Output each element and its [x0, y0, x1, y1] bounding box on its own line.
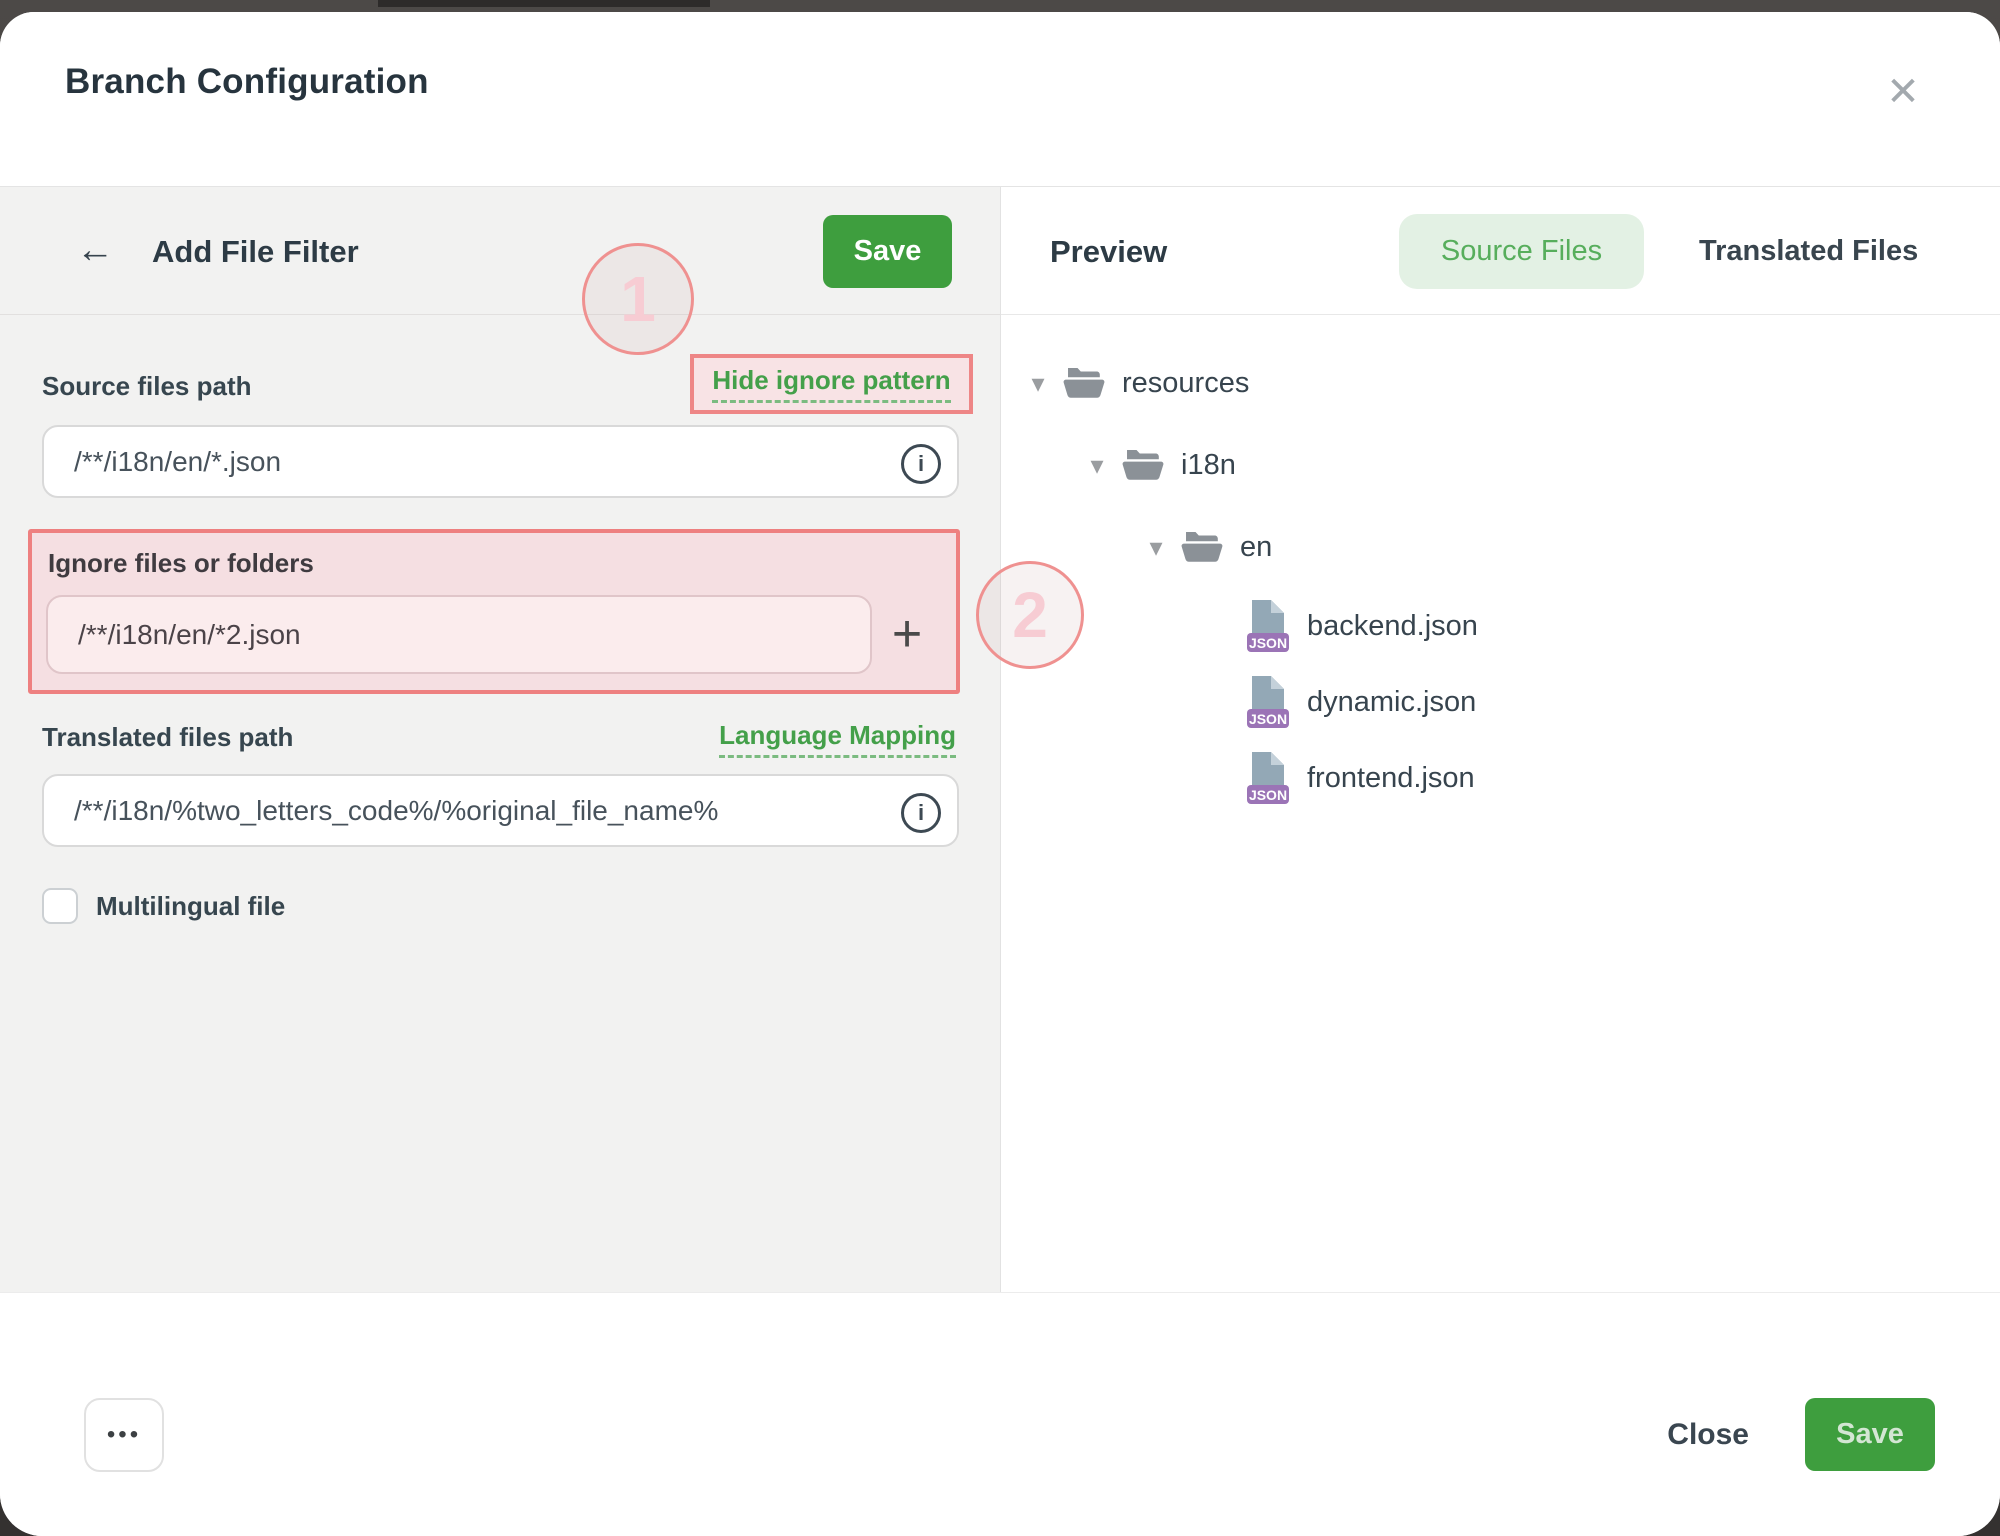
preview-heading: Preview	[1050, 234, 1167, 270]
backdrop-artifact	[378, 0, 710, 7]
branch-configuration-dialog: Branch Configuration ✕ ← Add File Filter…	[0, 12, 2000, 1536]
json-file-icon: JSON	[1246, 674, 1290, 730]
ignore-label: Ignore files or folders	[48, 548, 314, 579]
dialog-body: ← Add File Filter Save Source files path…	[0, 187, 2000, 1292]
tree-item-label: dynamic.json	[1307, 686, 1476, 719]
file-tree: ▾ resources ▾ i18n ▾ en JSON backend.json JSON dy…	[1001, 314, 2000, 1292]
file-filter-panel: ← Add File Filter Save Source files path…	[0, 187, 1001, 1292]
caret-down-icon[interactable]: ▾	[1023, 368, 1053, 399]
info-icon[interactable]: i	[901, 793, 941, 833]
folder-icon	[1122, 448, 1164, 482]
json-file-icon: JSON	[1246, 598, 1290, 654]
hide-ignore-highlight: Hide ignore pattern	[690, 354, 973, 414]
preview-panel: Preview Source Files Translated Files ▾ r…	[1001, 187, 2000, 1292]
tree-item-label: resources	[1122, 367, 1249, 400]
hide-ignore-pattern-link[interactable]: Hide ignore pattern	[712, 365, 950, 403]
tree-item-label: i18n	[1181, 449, 1236, 482]
file-filter-toolbar: ← Add File Filter Save	[0, 187, 1000, 315]
more-options-button[interactable]: •••	[84, 1398, 164, 1472]
info-icon[interactable]: i	[901, 444, 941, 484]
caret-down-icon[interactable]: ▾	[1082, 450, 1112, 481]
dialog-header: Branch Configuration ✕	[0, 12, 2000, 187]
svg-text:JSON: JSON	[1249, 711, 1287, 727]
tree-row[interactable]: ▾ resources	[1001, 342, 2000, 424]
translated-path-input[interactable]	[42, 774, 959, 847]
tree-item-label: en	[1240, 531, 1272, 564]
tab-translated-files[interactable]: Translated Files	[1663, 214, 1954, 289]
tree-item-label: backend.json	[1307, 610, 1478, 643]
folder-icon	[1181, 530, 1223, 564]
dialog-title: Branch Configuration	[65, 62, 429, 102]
svg-text:JSON: JSON	[1249, 635, 1287, 651]
translated-path-label: Translated files path	[42, 722, 293, 753]
tree-row[interactable]: JSON dynamic.json	[1001, 664, 2000, 740]
tree-row[interactable]: JSON backend.json	[1001, 588, 2000, 664]
back-arrow-icon[interactable]: ←	[68, 225, 122, 275]
save-filter-button[interactable]: Save	[823, 215, 952, 288]
tree-row[interactable]: JSON frontend.json	[1001, 740, 2000, 816]
ignore-pattern-input[interactable]	[46, 595, 872, 674]
ignore-pattern-section: Ignore files or folders +	[28, 529, 960, 694]
folder-icon	[1063, 366, 1105, 400]
caret-down-icon[interactable]: ▾	[1141, 532, 1171, 563]
close-button[interactable]: Close	[1667, 1418, 1749, 1452]
preview-toolbar: Preview Source Files Translated Files	[1001, 187, 2000, 315]
tree-row[interactable]: ▾ i18n	[1001, 424, 2000, 506]
close-icon[interactable]: ✕	[1878, 67, 1928, 117]
save-button[interactable]: Save	[1805, 1398, 1935, 1471]
multilingual-checkbox[interactable]	[42, 888, 78, 924]
tab-source-files[interactable]: Source Files	[1399, 214, 1644, 289]
svg-text:JSON: JSON	[1249, 787, 1287, 803]
source-path-label: Source files path	[42, 371, 252, 402]
tree-item-label: frontend.json	[1307, 762, 1475, 795]
source-path-input[interactable]	[42, 425, 959, 498]
multilingual-label: Multilingual file	[96, 891, 285, 922]
dialog-footer: ••• Close Save	[0, 1292, 2000, 1536]
json-file-icon: JSON	[1246, 750, 1290, 806]
add-ignore-pattern-button[interactable]: +	[876, 599, 938, 669]
tree-row[interactable]: ▾ en	[1001, 506, 2000, 588]
panel-heading: Add File Filter	[152, 234, 359, 270]
language-mapping-link[interactable]: Language Mapping	[719, 720, 956, 758]
